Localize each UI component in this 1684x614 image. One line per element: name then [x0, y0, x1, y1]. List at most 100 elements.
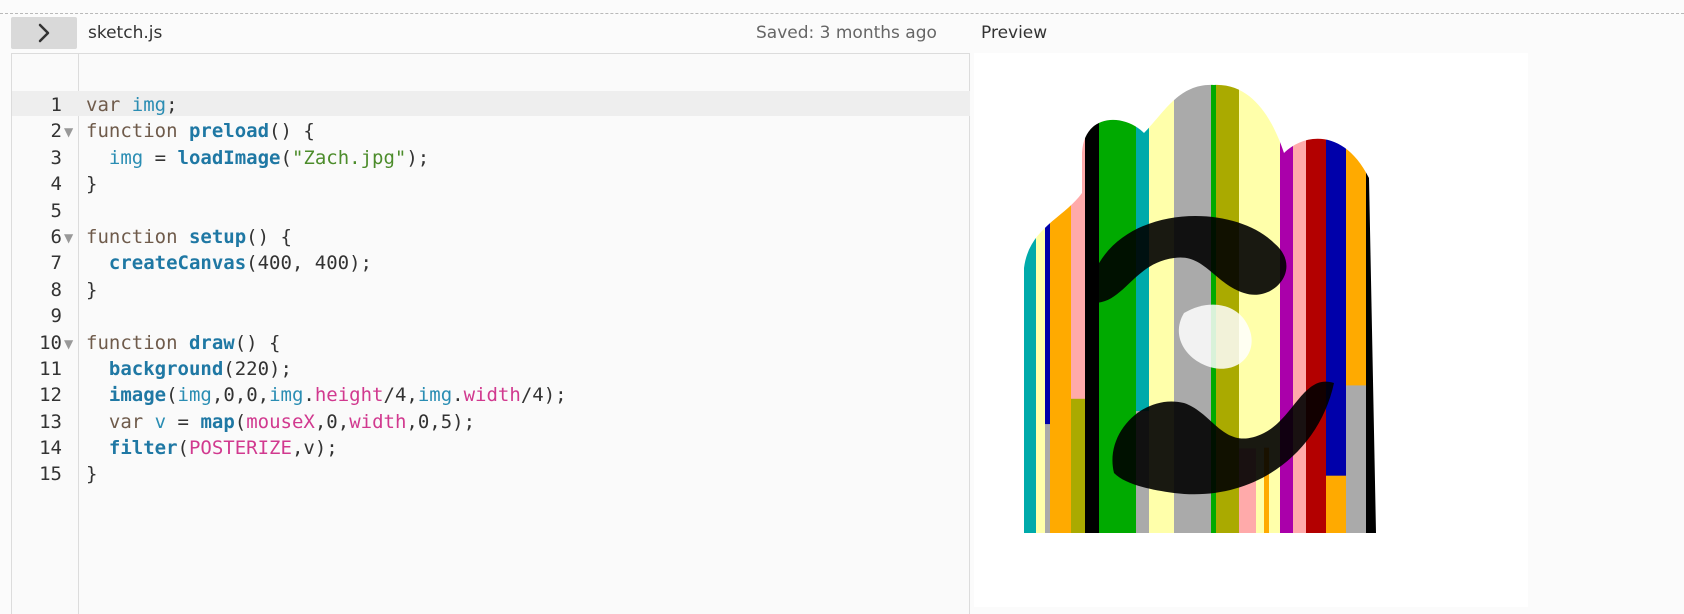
code-token: ,0,0,: [211, 384, 270, 407]
code-token: background: [108, 357, 224, 380]
image-drip: [1045, 424, 1050, 533]
code-line[interactable]: 12 image(img,0,0,img.height/4,img.width/…: [12, 382, 970, 408]
code-text[interactable]: function draw() {: [86, 330, 280, 356]
code-token: height: [314, 384, 384, 407]
code-token: );: [406, 146, 430, 169]
code-line[interactable]: 11 background(220);: [12, 356, 970, 382]
code-text[interactable]: createCanvas(400, 400);: [86, 250, 372, 276]
saved-status: Saved: 3 months ago: [756, 23, 937, 43]
line-number: 4: [50, 173, 62, 196]
line-number: 11: [39, 357, 62, 380]
code-line[interactable]: 6 ▼ function setup() {: [12, 224, 970, 250]
line-number: 6: [50, 225, 62, 248]
line-number: 3: [50, 146, 62, 169]
code-text[interactable]: filter(POSTERIZE,v);: [86, 435, 338, 461]
code-token: "Zach.jpg": [291, 146, 407, 169]
code-token: ;: [166, 94, 178, 116]
line-number: 13: [39, 410, 62, 433]
code-token: POSTERIZE: [188, 437, 292, 460]
code-editor[interactable]: 1 var img; 2 ▼ function preload() {3 img = l…: [11, 53, 970, 614]
code-line[interactable]: 1 var img;: [12, 92, 970, 118]
image-stripe: [1085, 84, 1099, 533]
code-token: (400, 400);: [246, 252, 373, 275]
code-token: img: [177, 384, 212, 407]
code-token: img: [269, 384, 304, 407]
code-text[interactable]: img = loadImage("Zach.jpg");: [86, 145, 429, 171]
preview-canvas[interactable]: [974, 53, 1528, 607]
code-token: /4,: [383, 384, 418, 407]
code-lines[interactable]: 1 var img; 2 ▼ function preload() {3 img = l…: [12, 92, 970, 488]
code-line[interactable]: 9: [12, 303, 970, 329]
code-line[interactable]: 4}: [12, 171, 970, 197]
code-token: mouseX: [246, 410, 315, 433]
chevron-right-icon: [38, 23, 50, 43]
line-number: 12: [39, 384, 62, 407]
code-token: (: [280, 146, 292, 169]
code-token: function: [86, 120, 189, 143]
code-line[interactable]: 5: [12, 198, 970, 224]
code-token: (: [166, 384, 178, 407]
code-line[interactable]: 15}: [12, 461, 970, 487]
code-token: var: [86, 94, 132, 116]
code-token: =: [143, 146, 178, 169]
top-divider: [0, 13, 1684, 14]
code-token: (: [234, 410, 247, 433]
line-number: 1: [50, 94, 62, 116]
fold-triangle-icon[interactable]: ▼: [64, 119, 73, 145]
fold-triangle-icon[interactable]: ▼: [64, 331, 73, 357]
code-text[interactable]: var img;: [86, 92, 178, 118]
image-stripe: [1293, 84, 1306, 533]
code-text[interactable]: }: [86, 277, 97, 303]
code-token: function: [86, 225, 189, 248]
code-token: img: [131, 94, 167, 116]
line-number: 14: [39, 437, 62, 460]
image-stripe: [1306, 84, 1326, 533]
preview-label: Preview: [981, 23, 1048, 43]
sidebar-toggle-button[interactable]: [11, 17, 77, 49]
image-stripe: [1024, 84, 1036, 533]
code-text[interactable]: var v = map(mouseX,0,width,0,5);: [86, 409, 475, 435]
code-token: draw: [188, 331, 235, 354]
code-text[interactable]: }: [86, 461, 97, 487]
code-line[interactable]: 2 ▼ function preload() {: [12, 118, 970, 144]
code-line[interactable]: 13 var v = map(mouseX,0,width,0,5);: [12, 409, 970, 435]
code-token: (: [177, 437, 189, 460]
code-line[interactable]: 10 ▼ function draw() {: [12, 330, 970, 356]
code-token: () {: [269, 120, 315, 143]
code-token: map: [200, 410, 235, 433]
code-token: () {: [246, 225, 292, 248]
line-number: 9: [50, 305, 62, 328]
code-token: ,v);: [291, 437, 338, 460]
code-text[interactable]: background(220);: [86, 356, 292, 382]
image-stripe: [1036, 84, 1045, 533]
code-token: width: [463, 384, 521, 407]
code-line[interactable]: 8}: [12, 277, 970, 303]
code-text[interactable]: image(img,0,0,img.height/4,img.width/4);: [86, 382, 567, 408]
code-text[interactable]: function setup() {: [86, 224, 292, 250]
line-number: 15: [39, 463, 62, 486]
code-token: /4);: [520, 384, 567, 407]
code-line[interactable]: 7 createCanvas(400, 400);: [12, 250, 970, 276]
code-token: preload: [188, 120, 270, 143]
image-stripe: [1377, 81, 1396, 541]
fold-triangle-icon[interactable]: ▼: [64, 225, 73, 251]
image-stripe: [1050, 84, 1071, 533]
code-token: filter: [108, 437, 178, 460]
code-text[interactable]: function preload() {: [86, 118, 315, 144]
image-stripe: [1280, 84, 1293, 533]
file-name[interactable]: sketch.js: [88, 23, 162, 43]
code-line[interactable]: 3 img = loadImage("Zach.jpg");: [12, 145, 970, 171]
code-token: function: [86, 331, 189, 354]
image-drip: [1326, 475, 1346, 533]
code-line[interactable]: 14 filter(POSTERIZE,v);: [12, 435, 970, 461]
line-number: 2: [50, 120, 62, 143]
code-text[interactable]: }: [86, 171, 97, 197]
line-number: 10: [39, 331, 62, 354]
code-token: image: [108, 384, 167, 407]
code-token: .: [452, 384, 464, 407]
code-token: ,0,5);: [406, 410, 476, 433]
code-token: }: [86, 278, 98, 301]
